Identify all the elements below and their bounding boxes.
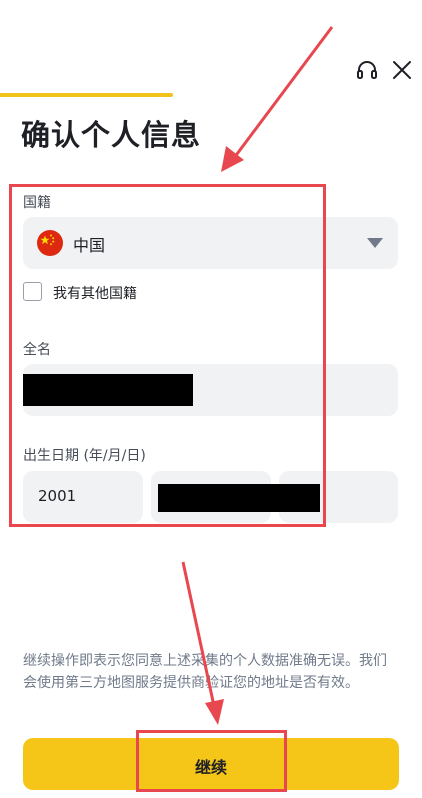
dob-year-value: 2001	[38, 487, 77, 505]
continue-label: 继续	[194, 760, 227, 777]
nationality-select[interactable]: 中国	[23, 217, 398, 269]
continue-button[interactable]: 继续	[23, 738, 399, 790]
other-nationality-checkbox[interactable]	[23, 282, 42, 301]
headset-icon[interactable]	[355, 58, 379, 82]
redacted-name	[23, 374, 193, 406]
consent-text: 继续操作即表示您同意上述采集的个人数据准确无误。我们会使用第三方地图服务提供商验…	[23, 653, 387, 691]
progress-fill	[0, 93, 174, 97]
progress-bar	[0, 93, 422, 97]
nationality-value: 中国	[73, 236, 106, 255]
annotation-arrow-button	[181, 561, 224, 725]
other-nationality-label: 我有其他国籍	[53, 286, 137, 302]
nationality-label: 国籍	[23, 195, 51, 211]
other-nationality-row[interactable]: 我有其他国籍	[23, 281, 263, 303]
redacted-dob	[158, 484, 320, 512]
china-flag-icon	[37, 230, 63, 256]
close-icon[interactable]	[390, 58, 414, 82]
dob-label: 出生日期 (年/月/日)	[23, 448, 146, 464]
top-bar	[0, 0, 422, 97]
dob-year-input[interactable]: 2001	[23, 471, 143, 523]
full-name-input[interactable]	[23, 364, 398, 416]
full-name-label: 全名	[23, 342, 51, 358]
caret-down-icon	[367, 238, 383, 248]
page-title: 确认个人信息	[21, 118, 202, 152]
